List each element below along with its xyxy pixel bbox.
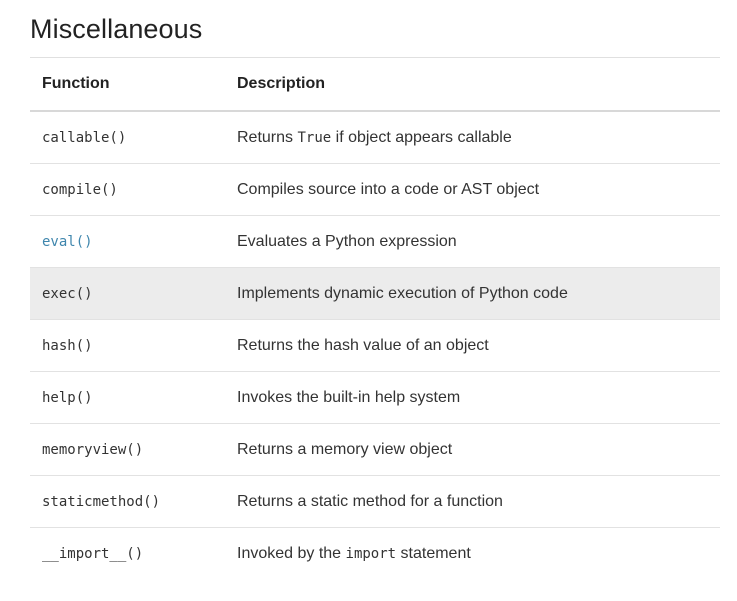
function-name: compile()	[42, 181, 118, 198]
function-name: callable()	[42, 129, 127, 146]
function-description: Invokes the built-in help system	[225, 371, 720, 424]
function-name: __import__()	[42, 545, 144, 562]
table-row: staticmethod() Returns a static method f…	[30, 475, 720, 528]
function-description: Compiles source into a code or AST objec…	[225, 163, 720, 216]
table-row-highlighted: exec() Implements dynamic execution of P…	[30, 267, 720, 320]
table-row: help() Invokes the built-in help system	[30, 371, 720, 424]
function-name: help()	[42, 389, 93, 406]
table-row: callable() Returns True if object appear…	[30, 111, 720, 164]
function-name: hash()	[42, 337, 93, 354]
header-description: Description	[225, 57, 720, 112]
function-name: staticmethod()	[42, 493, 161, 510]
inline-code: import	[345, 545, 397, 562]
function-description: Returns the hash value of an object	[225, 319, 720, 372]
table-row: memoryview() Returns a memory view objec…	[30, 423, 720, 476]
function-description: Returns a memory view object	[225, 423, 720, 476]
table-row: hash() Returns the hash value of an obje…	[30, 319, 720, 372]
function-description: Implements dynamic execution of Python c…	[225, 267, 720, 320]
function-description: Returns a static method for a function	[225, 475, 720, 528]
header-function: Function	[30, 57, 225, 112]
table-row: compile() Compiles source into a code or…	[30, 163, 720, 216]
section-title: Miscellaneous	[30, 14, 203, 44]
function-description: Invoked by the import statement	[237, 544, 471, 562]
function-description: Evaluates a Python expression	[225, 215, 720, 268]
function-name: memoryview()	[42, 441, 144, 458]
table-row: eval() Evaluates a Python expression	[30, 215, 720, 268]
function-link-eval[interactable]: eval()	[42, 234, 93, 250]
inline-code: True	[297, 129, 332, 146]
table-header-row: Function Description	[30, 57, 720, 112]
functions-table: Function Description callable() Returns …	[30, 57, 720, 579]
table-row: __import__() Invoked by the import state…	[30, 528, 720, 580]
function-description: Returns True if object appears callable	[225, 111, 720, 164]
function-name: exec()	[42, 285, 93, 302]
